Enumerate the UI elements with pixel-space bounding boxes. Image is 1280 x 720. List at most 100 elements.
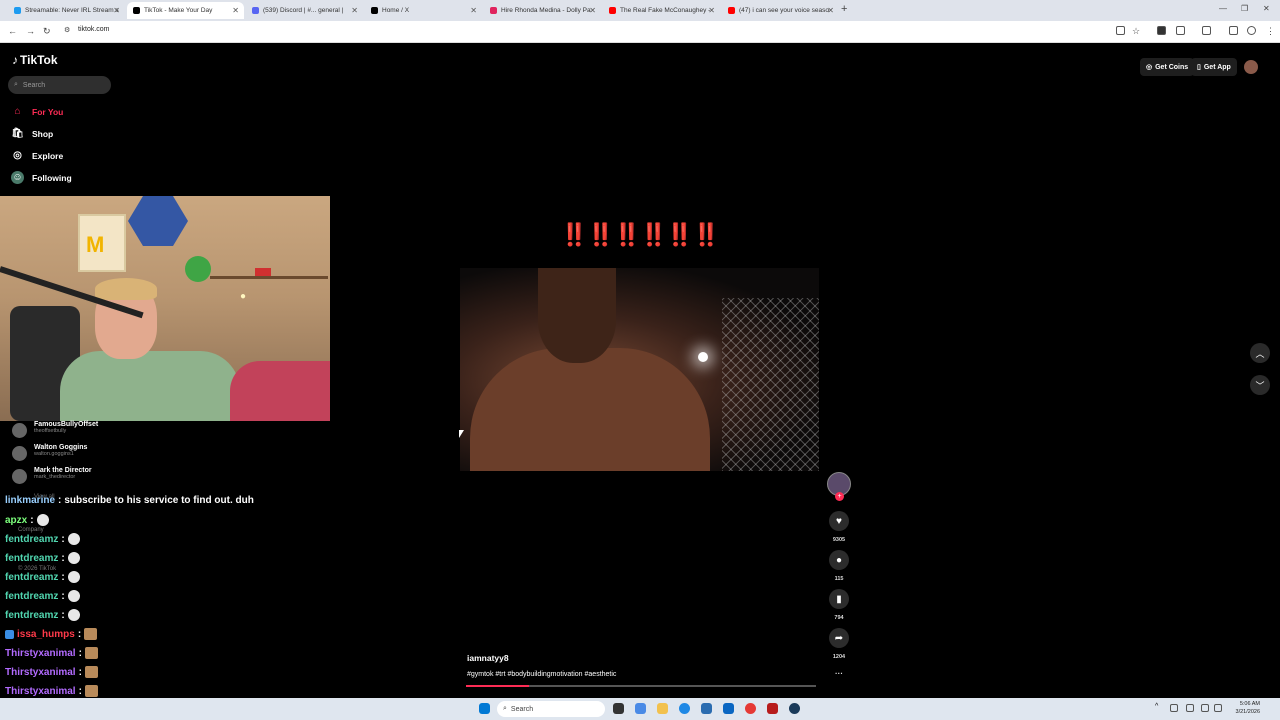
tab-close-icon[interactable]: ✕: [470, 6, 477, 15]
more-dots-icon[interactable]: ···: [826, 669, 852, 678]
tab-close-icon[interactable]: ✕: [351, 6, 358, 15]
tab-close-icon[interactable]: ✕: [232, 6, 239, 15]
back-icon[interactable]: ←: [8, 26, 17, 36]
video-player[interactable]: [460, 268, 819, 471]
tab-close-icon[interactable]: ✕: [708, 6, 715, 15]
tiktok-logo[interactable]: ♪ TikTok: [12, 53, 58, 67]
chat-separator: :: [61, 533, 65, 545]
network-icon[interactable]: [1186, 704, 1194, 712]
profile-icon[interactable]: [1247, 26, 1256, 35]
tab-close-icon[interactable]: ✕: [589, 6, 596, 15]
volume-icon[interactable]: [1214, 704, 1222, 712]
chat-username[interactable]: linkmarine: [5, 495, 55, 506]
forward-icon[interactable]: →: [26, 26, 35, 36]
follow-plus-icon[interactable]: +: [835, 492, 844, 501]
chat-emote-icon: [67, 552, 80, 564]
browser-tab[interactable]: The Real Fake McConaughey - ✕: [603, 2, 720, 19]
chat-message: fentdreamz :: [5, 571, 80, 583]
browser-tab[interactable]: Hire Rhonda Medina - Dolly Pa ✕: [484, 2, 601, 19]
copilot-icon[interactable]: [635, 703, 646, 714]
wifi-icon[interactable]: [1201, 704, 1209, 712]
site-info-icon[interactable]: ⚙: [64, 26, 70, 34]
tab-label: Hire Rhonda Medina - Dolly Pa: [501, 7, 591, 14]
chrome-icon[interactable]: [745, 703, 756, 714]
downloads-icon[interactable]: [1229, 26, 1238, 35]
task-view-icon[interactable]: [613, 703, 624, 714]
taskbar-clock[interactable]: 5:06 AM 3/21/2026: [1228, 700, 1260, 716]
search-placeholder: Search: [22, 81, 46, 89]
next-video-button[interactable]: ﹀: [1250, 375, 1270, 395]
browser-tab[interactable]: TikTok - Make Your Day ✕: [127, 2, 244, 19]
taskbar-search[interactable]: ⌕ Search: [497, 701, 605, 717]
reload-icon[interactable]: ↻: [43, 26, 51, 37]
nav-shop[interactable]: 🛍 Shop: [11, 127, 53, 140]
previous-video-button[interactable]: ︿: [1250, 343, 1270, 363]
tab-label: (47) i can see your voice seaso: [739, 7, 829, 14]
browser-tab[interactable]: (539) Discord | #... general | ✕: [246, 2, 363, 19]
steam-icon[interactable]: [789, 703, 800, 714]
bookmark-star-icon[interactable]: ☆: [1132, 26, 1140, 37]
chat-message: Thirstyxanimal :: [5, 685, 98, 697]
menu-kebab-icon[interactable]: ⋮: [1266, 26, 1275, 37]
user-avatar[interactable]: [1244, 60, 1258, 74]
chat-username[interactable]: apzx: [5, 515, 27, 526]
chat-username[interactable]: Thirstyxanimal: [5, 648, 76, 659]
comment-button[interactable]: ●: [829, 550, 849, 570]
tab-close-icon[interactable]: ✕: [827, 6, 834, 15]
tab-favicon-icon: [609, 7, 616, 14]
chat-username[interactable]: fentdreamz: [5, 534, 58, 545]
edge-icon[interactable]: [679, 703, 690, 714]
chat-username[interactable]: issa_humps: [17, 629, 75, 640]
creator-username[interactable]: iamnatyy8: [467, 653, 509, 663]
tray-icon[interactable]: [1170, 704, 1178, 712]
browser-tab[interactable]: (47) i can see your voice seaso ✕: [722, 2, 839, 19]
tiktok-note-icon: ♪: [12, 53, 18, 67]
nav-following[interactable]: ☺ Following: [11, 171, 72, 184]
tab-close-icon[interactable]: ✕: [113, 6, 120, 15]
file-explorer-icon[interactable]: [657, 703, 668, 714]
video-hashtags[interactable]: #gymtok #trt #bodybuildingmotivation #ae…: [467, 671, 616, 678]
address-bar-row: ← → ↻ ⚙ tiktok.com ☆ ⋮: [0, 21, 1280, 43]
url-field[interactable]: tiktok.com: [78, 26, 110, 33]
close-window-icon[interactable]: ✕: [1263, 4, 1270, 13]
tab-label: Streamable: Never IRL Stream s: [25, 7, 119, 14]
app-icon[interactable]: [767, 703, 778, 714]
tab-favicon-icon: [133, 7, 140, 14]
nav-explore[interactable]: ◎ Explore: [11, 149, 63, 162]
chat-username[interactable]: fentdreamz: [5, 572, 58, 583]
install-icon[interactable]: [1116, 26, 1125, 35]
start-menu-icon[interactable]: [479, 703, 490, 714]
browser-tab[interactable]: Streamable: Never IRL Stream s ✕: [8, 2, 125, 19]
chat-username[interactable]: fentdreamz: [5, 553, 58, 564]
new-tab-button[interactable]: +: [841, 3, 847, 15]
mail-icon[interactable]: [723, 703, 734, 714]
split-view-icon[interactable]: [1202, 26, 1211, 35]
chat-username[interactable]: fentdreamz: [5, 591, 58, 602]
chat-text: subscribe to his service to find out. du…: [64, 495, 254, 506]
extensions-puzzle-icon[interactable]: [1176, 26, 1185, 35]
chevron-up-icon[interactable]: ^: [1155, 703, 1163, 711]
video-progress-bar[interactable]: [466, 685, 816, 687]
chat-username[interactable]: Thirstyxanimal: [5, 686, 76, 697]
following-account[interactable]: FamousBullyOffset theoffsetbully: [12, 421, 98, 438]
get-app-button[interactable]: ▯ Get App: [1191, 58, 1237, 76]
maximize-icon[interactable]: ❐: [1241, 4, 1248, 13]
like-button[interactable]: ♥: [829, 511, 849, 531]
get-coins-button[interactable]: ◎ Get Coins: [1140, 58, 1195, 76]
chat-message: linkmarine : subscribe to his service to …: [5, 495, 254, 506]
tab-label: The Real Fake McConaughey -: [620, 7, 711, 14]
store-icon[interactable]: [701, 703, 712, 714]
extension-icon[interactable]: [1157, 26, 1166, 35]
search-input[interactable]: ⌕ Search: [8, 76, 111, 94]
red-sign-decor: [255, 268, 271, 276]
nav-for-you[interactable]: ⌂ For You: [11, 105, 63, 118]
logo-text: TikTok: [20, 53, 58, 67]
chat-username[interactable]: fentdreamz: [5, 610, 58, 621]
share-button[interactable]: ➦: [829, 628, 849, 648]
following-account[interactable]: Walton Goggins walton.goggins1: [12, 444, 87, 461]
minimize-icon[interactable]: —: [1219, 4, 1227, 13]
chat-username[interactable]: Thirstyxanimal: [5, 667, 76, 678]
save-button[interactable]: ▮: [829, 589, 849, 609]
browser-tab[interactable]: Home / X ✕: [365, 2, 482, 19]
following-account[interactable]: Mark the Director mark_thedirector: [12, 467, 92, 484]
